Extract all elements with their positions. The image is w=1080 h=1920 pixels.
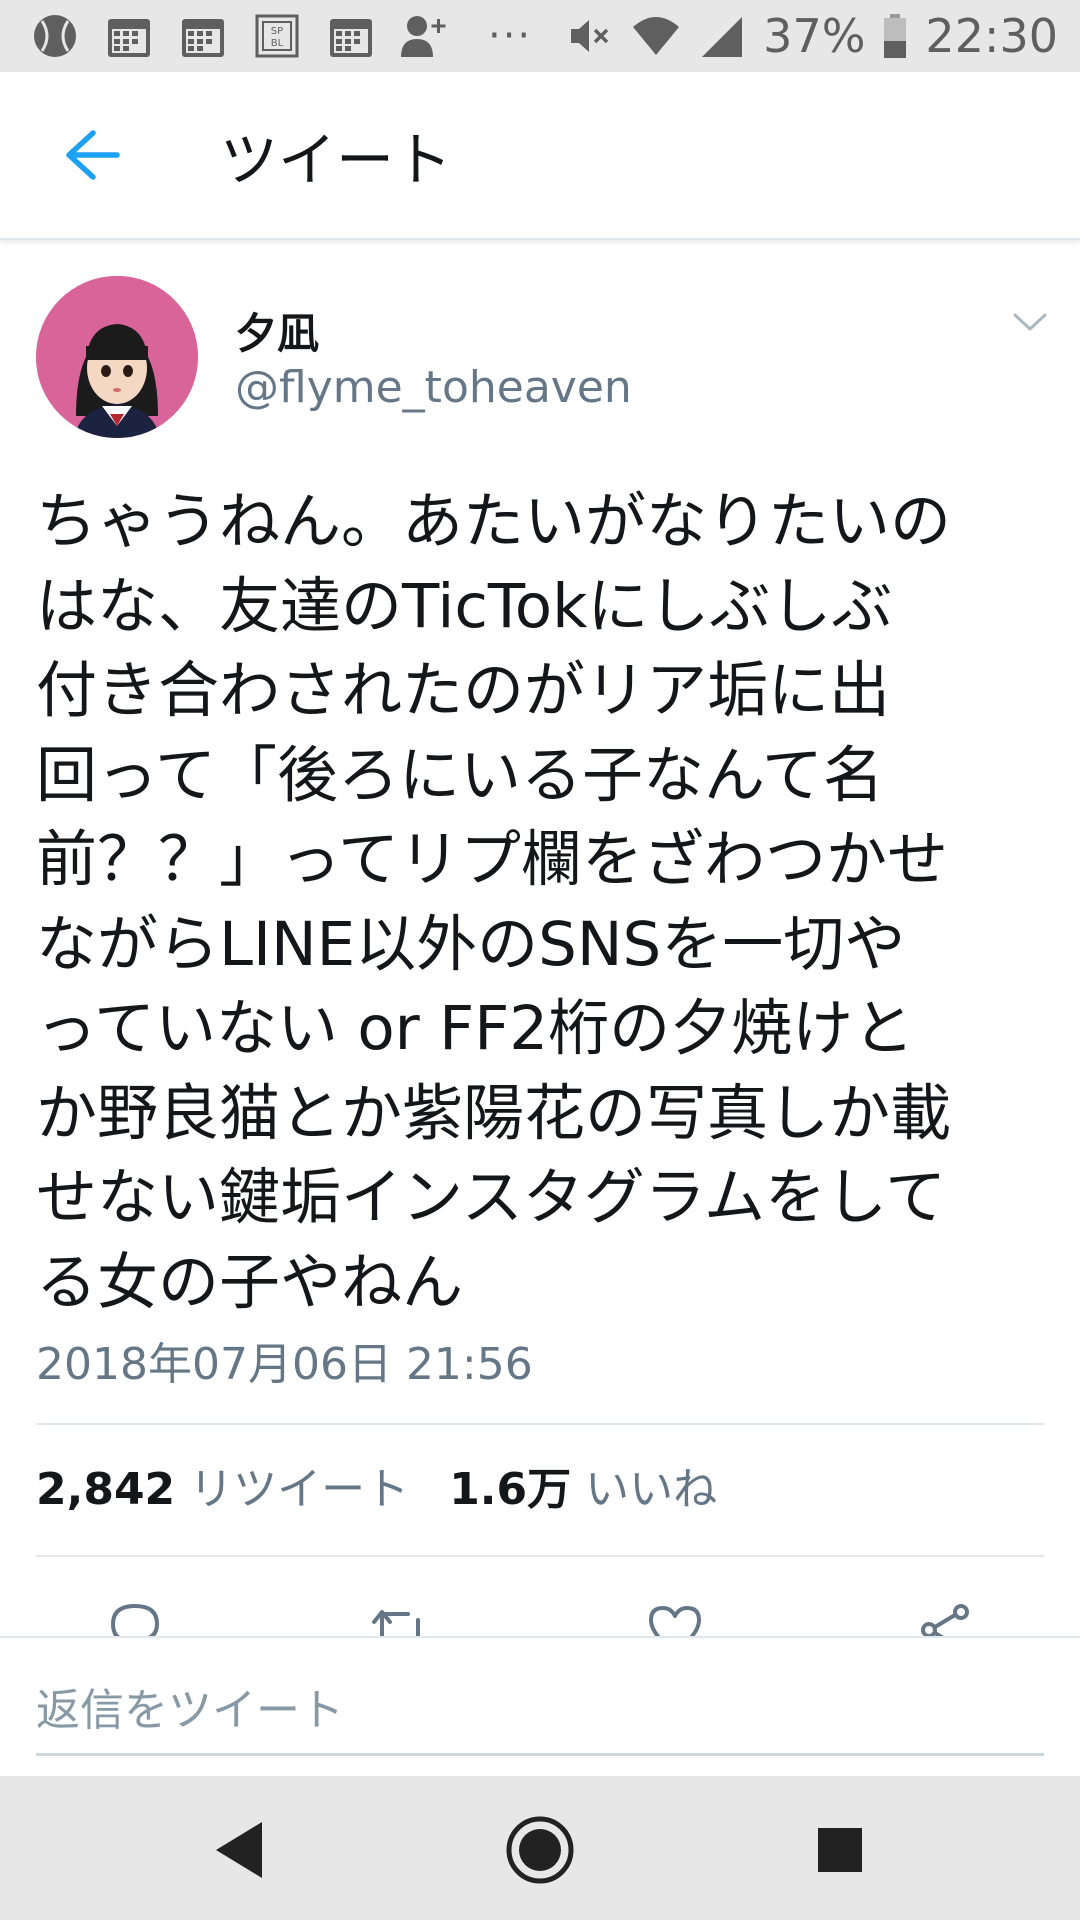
tweet-text-line: せない鍵垢インスタグラムをして — [36, 1162, 947, 1233]
more-notifications-dots: ··· — [488, 13, 533, 59]
retweet-icon — [372, 1610, 428, 1638]
calendar-icon — [326, 11, 376, 61]
signal-icon — [697, 11, 747, 61]
system-nav-bar — [0, 1776, 1080, 1920]
status-bar: SP BL ··· 37% 22:30 — [0, 0, 1080, 72]
reply-button[interactable] — [100, 1600, 170, 1638]
add-person-icon — [400, 11, 450, 61]
clock: 22:30 — [925, 9, 1058, 63]
tweet-text-line: ながらLINE以外のSNSを一切や — [36, 908, 906, 980]
like-label: いいね — [585, 1464, 718, 1515]
tweet-text-line: か野良猫とか紫陽花の写真しか載 — [36, 1077, 952, 1149]
tweet-timestamp: 2018年07月06日 21:56 — [36, 1339, 533, 1390]
battery-percent: 37% — [763, 9, 866, 63]
tweet-text-line: 回って「後ろにいる子なんて名 — [36, 739, 884, 811]
svg-text:SP: SP — [271, 26, 283, 37]
nav-recents-button[interactable] — [798, 1808, 882, 1892]
share-button[interactable] — [910, 1600, 980, 1638]
divider — [36, 1555, 1044, 1557]
back-button[interactable] — [46, 110, 136, 200]
tweet-text-line: 付き合わされたのがリア垢に出 — [36, 655, 891, 726]
svg-text:BL: BL — [271, 38, 284, 49]
retweet-button[interactable] — [365, 1600, 435, 1638]
reply-bar — [0, 1636, 1080, 1776]
tweet-detail: 夕凪 @flyme_toheaven ちゃうねん。あたいがなりたいの はな、友達… — [0, 242, 1080, 1557]
avatar[interactable] — [36, 276, 198, 438]
like-icon — [649, 1606, 701, 1638]
reply-icon — [111, 1604, 159, 1638]
calendar-icon — [178, 11, 228, 61]
share-icon — [921, 1604, 969, 1638]
divider — [36, 1423, 1044, 1425]
mute-icon — [565, 11, 615, 61]
tweet-text-line: 前？？」ってリプ欄をざわつかせ — [36, 824, 948, 895]
tweet-text: ちゃうねん。あたいがなりたいの はな、友達のTicTokにしぶしぶ 付き合わされ… — [36, 480, 1046, 1325]
tweet-text-line: ちゃうねん。あたいがなりたいの — [36, 486, 952, 557]
wifi-icon — [631, 11, 681, 61]
notification-icons: SP BL ··· — [30, 11, 532, 61]
tweet-stats: 2,842 リツイート 1.6万 いいね — [36, 1440, 757, 1530]
chevron-down-icon — [1013, 313, 1047, 331]
recents-square-icon — [818, 1828, 862, 1872]
tweet-text-line: っていない or FF2桁の夕焼けと — [36, 993, 915, 1064]
back-arrow-icon — [66, 130, 120, 180]
page-title: ツイート — [220, 126, 453, 194]
like-button[interactable] — [640, 1600, 710, 1638]
display-name[interactable]: 夕凪 — [235, 300, 319, 361]
tweet-actions — [0, 1590, 1080, 1638]
tweet-header: 夕凪 @flyme_toheaven — [0, 242, 1080, 442]
baseball-icon — [30, 11, 80, 61]
sp-bl-app-icon: SP BL — [252, 11, 302, 61]
home-circle-icon — [506, 1816, 574, 1884]
retweet-count: 2,842 — [36, 1464, 176, 1515]
nav-back-button[interactable] — [198, 1808, 282, 1892]
system-indicators: 37% 22:30 — [565, 9, 1058, 63]
retweet-label: リツイート — [189, 1464, 410, 1515]
like-count: 1.6万 — [449, 1464, 572, 1515]
back-triangle-icon — [216, 1822, 262, 1878]
like-stat[interactable]: 1.6万 いいね — [449, 1453, 717, 1517]
app-bar: ツイート — [0, 72, 1080, 240]
battery-icon — [881, 11, 909, 61]
reply-input[interactable] — [36, 1668, 1044, 1756]
tweet-menu-button[interactable] — [1008, 300, 1052, 344]
tweet-text-line: る女の子やねん — [36, 1246, 464, 1318]
nav-home-button[interactable] — [498, 1808, 582, 1892]
retweet-stat[interactable]: 2,842 リツイート — [36, 1453, 409, 1517]
calendar-icon — [104, 11, 154, 61]
tweet-text-line: はな、友達のTicTokにしぶしぶ — [36, 570, 893, 642]
user-handle[interactable]: @flyme_toheaven — [235, 362, 632, 413]
